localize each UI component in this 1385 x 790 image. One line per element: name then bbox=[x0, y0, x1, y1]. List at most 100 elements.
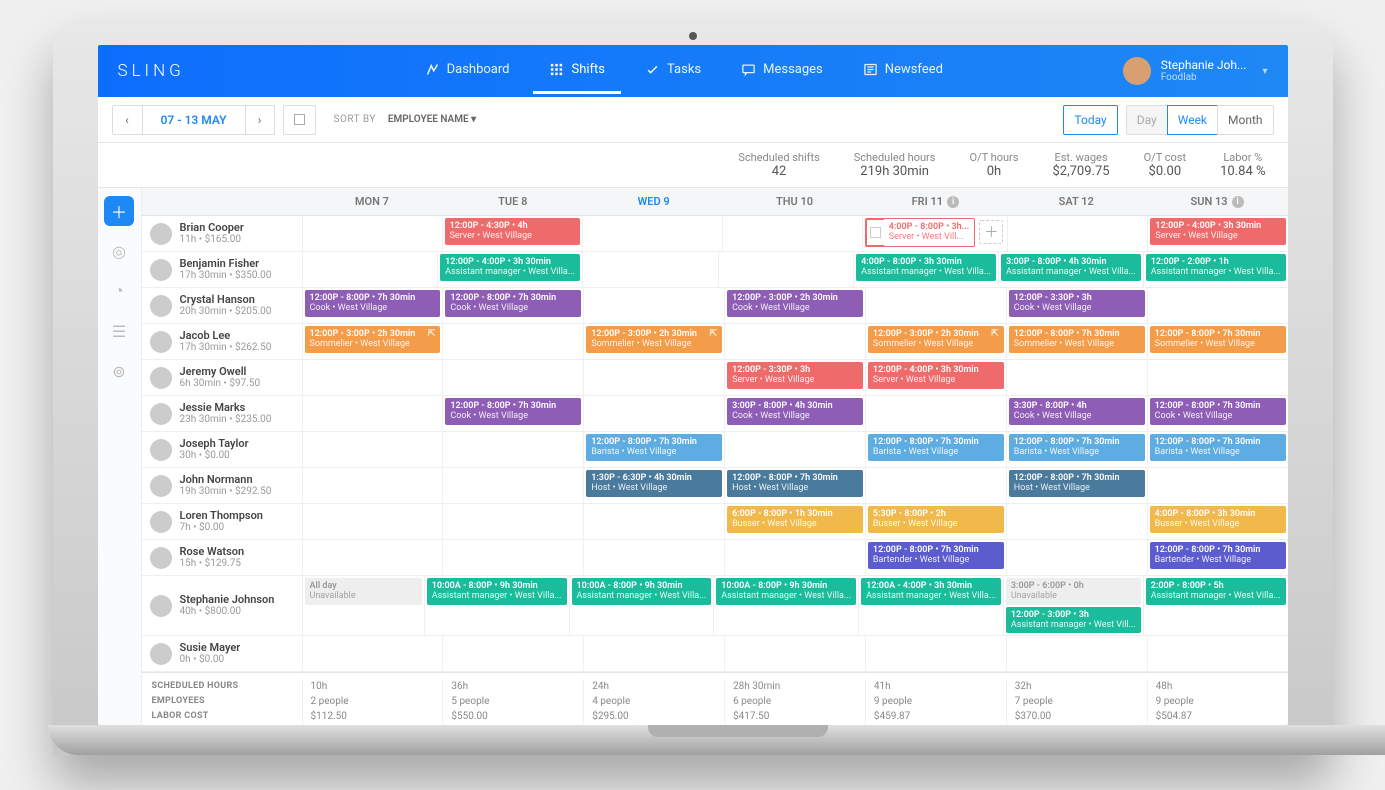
day-cell[interactable] bbox=[583, 396, 724, 431]
day-header[interactable]: SUN 13 i bbox=[1147, 188, 1288, 215]
add-shift-button[interactable]: ＋ bbox=[104, 196, 134, 226]
shift[interactable]: 1:30P - 6:30P • 4h 30minHost • West Vill… bbox=[586, 470, 722, 497]
prev-week-button[interactable]: ‹ bbox=[112, 105, 142, 135]
day-cell[interactable]: 3:30P - 8:00P • 4hCook • West Village bbox=[1006, 396, 1147, 431]
day-cell[interactable]: 12:00P - 8:00P • 7h 30minHost • West Vil… bbox=[1006, 468, 1147, 503]
day-cell[interactable] bbox=[302, 216, 442, 251]
day-header[interactable]: SAT 12 bbox=[1006, 188, 1147, 215]
sort-value[interactable]: EMPLOYEE NAME ▾ bbox=[388, 114, 476, 125]
shift[interactable]: 12:00P - 8:00P • 7h 30minBartender • Wes… bbox=[1150, 542, 1286, 569]
shift-pending[interactable]: 4:00P - 8:00P • 3h...Server • West Vill.… bbox=[865, 218, 976, 247]
add-shift-icon[interactable]: ＋ bbox=[979, 220, 1003, 244]
day-cell[interactable]: 12:00P - 8:00P • 7h 30minBarista • West … bbox=[865, 432, 1006, 467]
shift[interactable]: 12:00P - 8:00P • 7h 30minBarista • West … bbox=[1150, 434, 1286, 461]
nav-shifts[interactable]: Shifts bbox=[533, 48, 621, 94]
day-cell[interactable]: 12:00P - 4:30P • 4hServer • West Village bbox=[442, 216, 582, 251]
employee-cell[interactable]: Rose Watson15h • $129.75 bbox=[142, 540, 302, 575]
day-cell[interactable]: 12:00P - 3:00P • 2h 30min ⇱Sommelier • W… bbox=[865, 324, 1006, 359]
day-cell[interactable]: 1:30P - 6:30P • 4h 30minHost • West Vill… bbox=[583, 468, 724, 503]
shift[interactable]: 12:00P - 8:00P • 7h 30minSommelier • Wes… bbox=[1009, 326, 1145, 353]
day-cell[interactable]: 4:00P - 8:00P • 3h 30minBusser • West Vi… bbox=[1147, 504, 1288, 539]
employee-cell[interactable]: Stephanie Johnson40h • $800.00 bbox=[142, 576, 302, 635]
day-cell[interactable]: All dayUnavailable bbox=[302, 576, 424, 635]
day-cell[interactable] bbox=[865, 636, 1006, 671]
shift[interactable]: 12:00P - 3:00P • 2h 30min ⇱Sommelier • W… bbox=[868, 326, 1004, 353]
day-cell[interactable] bbox=[442, 540, 583, 575]
day-cell[interactable] bbox=[442, 468, 583, 503]
location-icon[interactable]: ◎ bbox=[104, 236, 134, 266]
day-cell[interactable]: 12:00P - 8:00P • 7h 30minCook • West Vil… bbox=[442, 396, 583, 431]
employee-cell[interactable]: Benjamin Fisher17h 30min • $350.00 bbox=[142, 252, 302, 287]
day-cell[interactable]: 12:00P - 8:00P • 7h 30minCook • West Vil… bbox=[1147, 396, 1288, 431]
nav-dashboard[interactable]: Dashboard bbox=[409, 48, 526, 94]
day-cell[interactable]: 12:00P - 8:00P • 7h 30minBartender • Wes… bbox=[865, 540, 1006, 575]
shift[interactable]: 3:30P - 8:00P • 4hCook • West Village bbox=[1009, 398, 1145, 425]
view-month[interactable]: Month bbox=[1217, 105, 1273, 135]
day-cell[interactable]: 12:00P - 8:00P • 7h 30minCook • West Vil… bbox=[442, 288, 583, 323]
day-cell[interactable] bbox=[302, 252, 438, 287]
day-cell[interactable]: 10:00A - 8:00P • 9h 30minAssistant manag… bbox=[569, 576, 714, 635]
day-cell[interactable] bbox=[442, 360, 583, 395]
today-button[interactable]: Today bbox=[1063, 105, 1117, 135]
day-cell[interactable] bbox=[1006, 360, 1147, 395]
day-cell[interactable]: 12:00P - 4:00P • 3h 30minAssistant manag… bbox=[437, 252, 582, 287]
day-cell[interactable]: 3:00P - 8:00P • 4h 30minCook • West Vill… bbox=[724, 396, 865, 431]
day-cell[interactable] bbox=[302, 504, 443, 539]
day-cell[interactable] bbox=[1007, 216, 1147, 251]
day-cell[interactable]: 6:00P - 8:00P • 1h 30minBusser • West Vi… bbox=[724, 504, 865, 539]
shift[interactable]: 6:00P - 8:00P • 1h 30minBusser • West Vi… bbox=[727, 506, 863, 533]
day-cell[interactable] bbox=[442, 324, 583, 359]
clock-icon[interactable]: ◔ bbox=[104, 276, 134, 306]
day-cell[interactable] bbox=[865, 288, 1006, 323]
employee-cell[interactable]: Loren Thompson7h • $0.00 bbox=[142, 504, 302, 539]
day-cell[interactable] bbox=[583, 636, 724, 671]
view-week[interactable]: Week bbox=[1167, 105, 1217, 135]
shift[interactable]: 3:00P - 8:00P • 4h 30minAssistant manage… bbox=[1001, 254, 1141, 281]
shift[interactable]: 12:00P - 3:30P • 3hCook • West Village bbox=[1009, 290, 1145, 317]
day-cell[interactable] bbox=[583, 288, 724, 323]
settings-icon[interactable]: ⊚ bbox=[104, 356, 134, 386]
day-cell[interactable] bbox=[582, 216, 722, 251]
day-cell[interactable]: 4:00P - 8:00P • 3h 30minAssistant manage… bbox=[853, 252, 998, 287]
shift[interactable]: 10:00A - 8:00P • 9h 30minAssistant manag… bbox=[572, 578, 712, 605]
day-cell[interactable] bbox=[302, 636, 443, 671]
date-range[interactable]: 07 - 13 MAY bbox=[142, 105, 245, 135]
day-cell[interactable]: 12:00P - 3:00P • 2h 30minCook • West Vil… bbox=[724, 288, 865, 323]
shift[interactable]: 2:00P - 8:00P • 5hAssistant manager • We… bbox=[1146, 578, 1286, 605]
shift[interactable]: 12:00P - 8:00P • 7h 30minCook • West Vil… bbox=[305, 290, 441, 317]
day-cell[interactable] bbox=[302, 396, 443, 431]
shift[interactable]: 12:00P - 8:00P • 7h 30minBarista • West … bbox=[586, 434, 722, 461]
day-cell[interactable] bbox=[582, 252, 718, 287]
day-cell[interactable] bbox=[865, 468, 1006, 503]
shift[interactable]: 12:00P - 4:00P • 3h 30minAssistant manag… bbox=[440, 254, 580, 281]
day-cell[interactable] bbox=[583, 540, 724, 575]
day-cell[interactable] bbox=[722, 216, 862, 251]
day-cell[interactable]: 12:00P - 4:00P • 3h 30minServer • West V… bbox=[865, 360, 1006, 395]
shift[interactable]: 12:00P - 4:30P • 4hServer • West Village bbox=[445, 218, 580, 245]
shift[interactable]: 12:00P - 8:00P • 7h 30minCook • West Vil… bbox=[445, 398, 581, 425]
day-cell[interactable] bbox=[1147, 288, 1288, 323]
day-cell[interactable] bbox=[724, 324, 865, 359]
shift[interactable]: 12:00P - 3:00P • 2h 30min ⇱Sommelier • W… bbox=[305, 326, 441, 353]
shift[interactable]: 12:00P - 2:00P • 1hAssistant manager • W… bbox=[1146, 254, 1286, 281]
day-cell[interactable] bbox=[1147, 636, 1288, 671]
day-cell[interactable] bbox=[302, 360, 443, 395]
shift[interactable]: 12:00P - 8:00P • 7h 30minHost • West Vil… bbox=[1009, 470, 1145, 497]
list-icon[interactable]: ☰ bbox=[104, 316, 134, 346]
day-cell[interactable]: 12:00P - 2:00P • 1hAssistant manager • W… bbox=[1143, 252, 1288, 287]
nav-newsfeed[interactable]: Newsfeed bbox=[847, 48, 959, 94]
shift[interactable]: 3:00P - 6:00P • 0hUnavailable bbox=[1006, 578, 1141, 605]
day-cell[interactable]: 12:00P - 8:00P • 7h 30minBarista • West … bbox=[1147, 432, 1288, 467]
day-cell[interactable] bbox=[1147, 468, 1288, 503]
shift[interactable]: 5:30P - 8:00P • 2hBusser • West Village bbox=[868, 506, 1004, 533]
day-cell[interactable] bbox=[1006, 636, 1147, 671]
employee-cell[interactable]: Jeremy Owell6h 30min • $97.50 bbox=[142, 360, 302, 395]
day-cell[interactable]: 12:00P - 8:00P • 7h 30minSommelier • Wes… bbox=[1006, 324, 1147, 359]
employee-cell[interactable]: Crystal Hanson20h 30min • $205.00 bbox=[142, 288, 302, 323]
day-cell[interactable]: 12:00P - 8:00P • 7h 30minBarista • West … bbox=[1006, 432, 1147, 467]
shift[interactable]: All dayUnavailable bbox=[305, 578, 422, 605]
day-header[interactable]: THU 10 bbox=[724, 188, 865, 215]
shift[interactable]: 3:00P - 8:00P • 4h 30minCook • West Vill… bbox=[727, 398, 863, 425]
day-cell[interactable]: 2:00P - 8:00P • 5hAssistant manager • We… bbox=[1143, 576, 1288, 635]
shift[interactable]: 12:00P - 8:00P • 7h 30minBartender • Wes… bbox=[868, 542, 1004, 569]
